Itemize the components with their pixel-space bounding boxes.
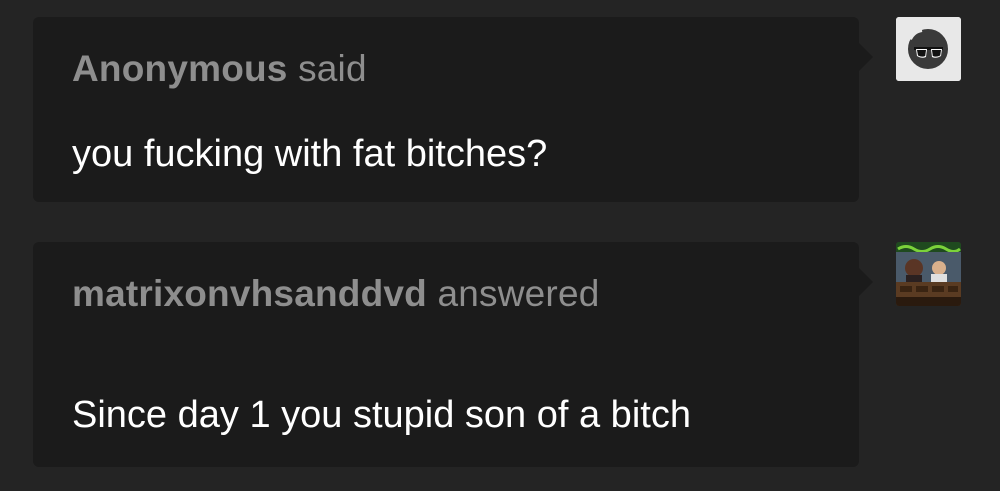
asker-name[interactable]: Anonymous bbox=[72, 48, 288, 89]
answer-bubble: matrixonvhsanddvd answered Since day 1 y… bbox=[33, 242, 873, 467]
user-avatar[interactable] bbox=[896, 242, 961, 306]
anonymous-avatar[interactable] bbox=[896, 17, 961, 81]
ask-header: Anonymous said bbox=[72, 48, 367, 90]
answer-text: Since day 1 you stupid son of a bitch bbox=[72, 394, 691, 436]
ask-verb: said bbox=[298, 48, 367, 89]
ask-bubble: Anonymous said you fucking with fat bitc… bbox=[33, 17, 873, 202]
user-avatar-thumbnail bbox=[896, 242, 961, 306]
answer-verb: answered bbox=[437, 273, 600, 314]
answerer-name[interactable]: matrixonvhsanddvd bbox=[72, 273, 427, 314]
anonymous-sunglasses-icon bbox=[896, 17, 961, 81]
question-text: you fucking with fat bitches? bbox=[72, 133, 548, 175]
answer-header: matrixonvhsanddvd answered bbox=[72, 273, 600, 315]
